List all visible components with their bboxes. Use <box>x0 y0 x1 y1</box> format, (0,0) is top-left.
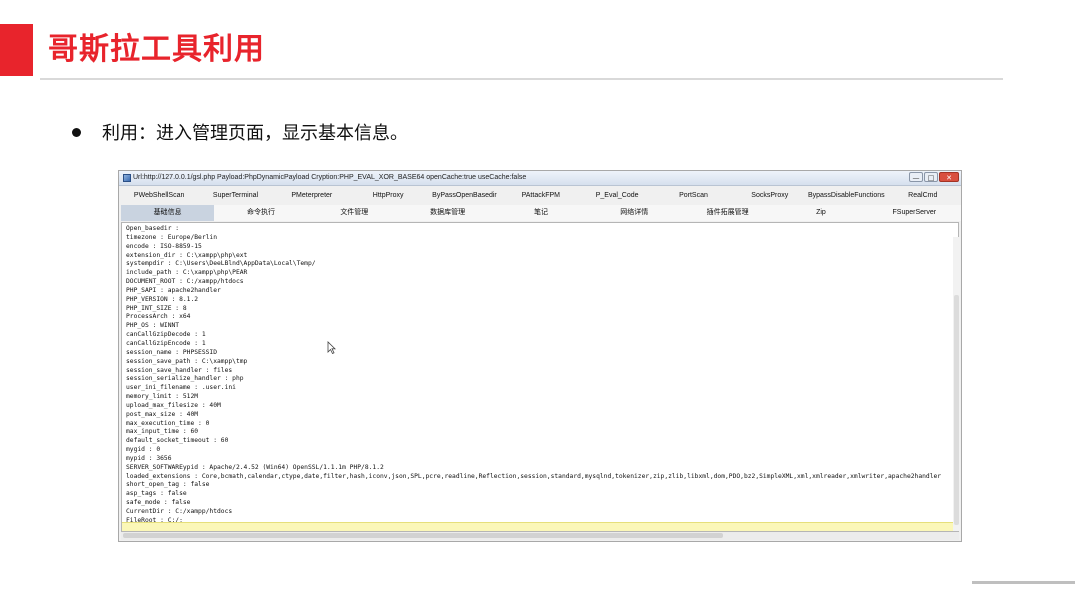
vertical-scroll-thumb[interactable] <box>954 295 959 525</box>
horizontal-scroll-thumb[interactable] <box>123 533 723 538</box>
output-text: Open_basedir : timezone : Europe/Berlin en… <box>122 223 958 528</box>
bullet-dot-icon <box>72 127 81 137</box>
tab-command-exec[interactable]: 命令执行 <box>214 205 308 221</box>
command-input-bar[interactable] <box>122 522 958 531</box>
output-line: asp_tags : false <box>126 490 187 498</box>
tab-pwebshellscan[interactable]: PWebShellScan <box>121 188 197 204</box>
output-line: max_input_time : 60 <box>126 428 199 436</box>
tab-p-eval-code[interactable]: P_Eval_Code <box>579 188 655 204</box>
tab-database-manager[interactable]: 数据库管理 <box>400 205 495 221</box>
tab-socksproxy[interactable]: SocksProxy <box>732 188 808 204</box>
tab-fsuperserver[interactable]: FSuperServer <box>867 205 961 221</box>
bullet-item: 利用：进入管理页面，显示基本信息。 <box>72 120 408 144</box>
output-line: session_save_path : C:\xampp\tmp <box>126 357 248 365</box>
output-line: canCallGzipEncode : 1 <box>126 339 206 347</box>
output-line: session_name : PHPSESSID <box>126 348 217 356</box>
basic-info-output[interactable]: Open_basedir : timezone : Europe/Berlin en… <box>121 222 959 532</box>
output-line: short_open_tag : false <box>126 481 210 489</box>
godzilla-shell-window: Url:http://127.0.0.1/gsl.php Payload:Php… <box>118 170 962 542</box>
output-line: encode : ISO-8859-15 <box>126 242 202 250</box>
output-line: DOCUMENT_ROOT : C:/xampp/htdocs <box>126 278 244 286</box>
tab-superterminal[interactable]: SuperTerminal <box>197 188 273 204</box>
output-line: PHP_SAPI : apache2handler <box>126 286 221 294</box>
output-line: post_max_size : 40M <box>126 410 199 418</box>
app-icon <box>123 174 131 182</box>
output-line: user_ini_filename : .user.ini <box>126 384 236 392</box>
output-line: max_execution_time : 0 <box>126 419 210 427</box>
output-line: systempdir : C:\Users\DeeLBlnd\AppData\L… <box>126 260 316 268</box>
tab-notes[interactable]: 笔记 <box>494 205 588 221</box>
title-accent-bar <box>0 24 33 76</box>
tab-portscan[interactable]: PortScan <box>655 188 731 204</box>
tab-bypassopenbasedir[interactable]: ByPassOpenBasedir <box>426 188 502 204</box>
minimize-button[interactable]: — <box>909 172 923 182</box>
title-divider <box>40 78 1003 80</box>
output-line: CurrentDir : C:/xampp/htdocs <box>126 508 233 515</box>
mouse-pointer-icon <box>327 341 336 354</box>
window-title: Url:http://127.0.0.1/gsl.php Payload:Php… <box>133 174 527 181</box>
output-line: mygid : 0 <box>126 446 161 454</box>
maximize-button[interactable]: □ <box>924 172 938 182</box>
output-line: upload_max_filesize : 40M <box>126 401 221 409</box>
output-line: session_serialize_handler : php <box>126 375 244 383</box>
window-titlebar[interactable]: Url:http://127.0.0.1/gsl.php Payload:Php… <box>119 171 961 186</box>
slide-title: 哥斯拉工具利用 <box>48 32 265 67</box>
output-line: Open_basedir : <box>126 225 180 232</box>
close-button[interactable]: ✕ <box>939 172 959 182</box>
main-tabs: 基础信息 命令执行 文件管理 数据库管理 笔记 网络详情 插件拓展管理 Zip … <box>121 205 961 221</box>
page-indicator-line <box>972 581 1075 584</box>
tab-bypassdisablefunctions[interactable]: BypassDisableFunctions <box>808 188 885 204</box>
tab-httpproxy[interactable]: HttpProxy <box>350 188 426 204</box>
output-line: safe_mode : false <box>126 499 191 507</box>
tab-basic-info[interactable]: 基础信息 <box>121 205 215 221</box>
output-line: SERVER_SOFTWAREypid : Apache/2.4.52 (Win… <box>126 463 384 471</box>
vertical-scrollbar[interactable] <box>953 237 960 531</box>
output-line: include_path : C:\xampp\php\PEAR <box>126 269 248 277</box>
plugin-tabs: PWebShellScan SuperTerminal PMeterpreter… <box>121 188 961 204</box>
tab-pattackfpm[interactable]: PAttackFPM <box>503 188 579 204</box>
tab-zip[interactable]: Zip <box>774 205 868 221</box>
tab-plugin-manager[interactable]: 插件拓展管理 <box>680 205 775 221</box>
tab-pmeterpreter[interactable]: PMeterpreter <box>274 188 350 204</box>
tab-file-manager[interactable]: 文件管理 <box>307 205 401 221</box>
output-line: loaded_extensions : Core,bcmath,calendar… <box>126 472 942 480</box>
tab-network-details[interactable]: 网络详情 <box>587 205 681 221</box>
output-line: session_save_handler : files <box>126 366 233 374</box>
tab-realcmd[interactable]: RealCmd <box>885 188 961 204</box>
output-line: PHP_INT_SIZE : 8 <box>126 304 187 312</box>
output-line: default_socket_timeout : 60 <box>126 437 229 445</box>
output-line: mypid : 3656 <box>126 454 172 462</box>
output-line: canCallGzipDecode : 1 <box>126 331 206 339</box>
horizontal-scrollbar[interactable] <box>121 532 959 540</box>
output-line: timezone : Europe/Berlin <box>126 233 217 241</box>
output-line: ProcessArch : x64 <box>126 313 191 321</box>
bullet-text: 利用：进入管理页面，显示基本信息。 <box>102 123 408 144</box>
output-line: PHP_VERSION : 8.1.2 <box>126 295 199 303</box>
output-line: PHP_OS : WINNT <box>126 322 180 330</box>
output-line: extension_dir : C:\xampp\php\ext <box>126 251 248 259</box>
window-controls: — □ ✕ <box>909 172 959 182</box>
output-line: memory_limit : 512M <box>126 393 199 401</box>
